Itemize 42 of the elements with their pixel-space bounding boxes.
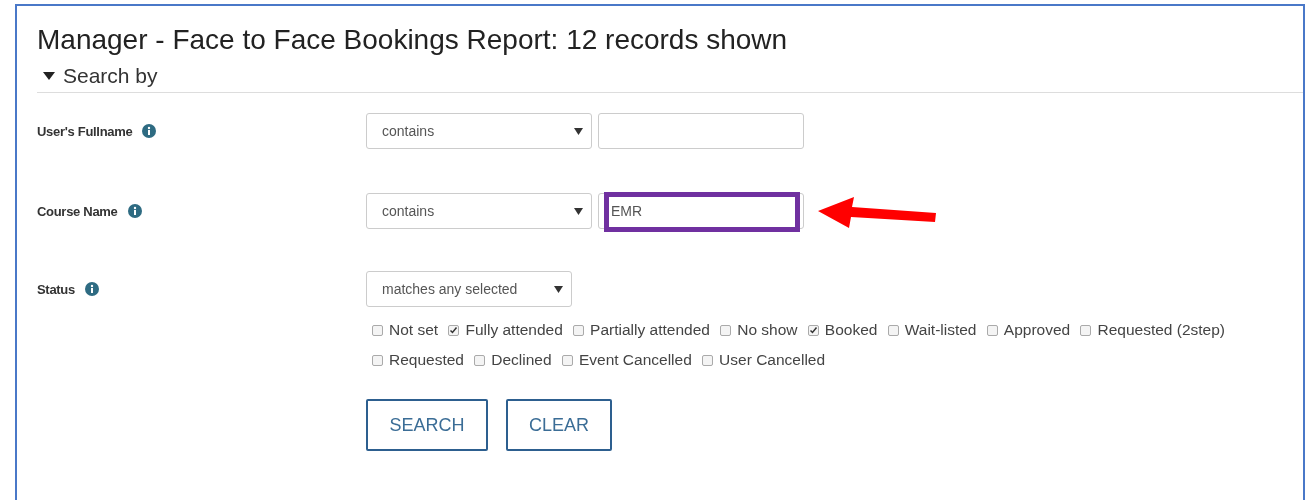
- filter-label: User's Fullname: [37, 123, 133, 139]
- status-option-label[interactable]: Declined: [491, 351, 552, 368]
- status-option-label[interactable]: Booked: [824, 321, 878, 338]
- operator-select[interactable]: contains: [366, 193, 592, 229]
- checkbox[interactable]: [448, 325, 460, 336]
- info-icon[interactable]: [142, 124, 157, 138]
- checkbox[interactable]: [887, 325, 899, 336]
- filter-input[interactable]: [598, 113, 804, 149]
- page-title: Manager - Face to Face Bookings Report: 12 records shown: [37, 23, 789, 57]
- checkbox[interactable]: [702, 355, 714, 366]
- caret-icon: [554, 285, 563, 293]
- status-option-label[interactable]: User Cancelled: [719, 351, 826, 368]
- clear-button[interactable]: CLEAR: [506, 399, 612, 451]
- status-option-label[interactable]: Requested (2step): [1097, 321, 1225, 338]
- checkbox[interactable]: [807, 325, 819, 336]
- status-option-label[interactable]: Fully attended: [465, 321, 563, 338]
- caret-icon: [574, 127, 583, 135]
- status-option-label[interactable]: Approved: [1003, 321, 1071, 338]
- status-option-label[interactable]: Not set: [389, 321, 439, 338]
- operator-select[interactable]: matches any selected: [366, 271, 572, 307]
- info-icon[interactable]: [84, 282, 99, 296]
- checkbox[interactable]: [474, 355, 486, 366]
- caret-icon: [574, 207, 583, 215]
- checkbox[interactable]: [561, 355, 573, 366]
- checkbox[interactable]: [720, 325, 732, 336]
- caret-icon: [43, 72, 55, 80]
- info-icon[interactable]: [127, 204, 142, 218]
- filter-label: Course Name: [37, 203, 118, 219]
- checkbox[interactable]: [573, 325, 585, 336]
- status-option-label[interactable]: Wait-listed: [904, 321, 977, 338]
- status-option-label[interactable]: Event Cancelled: [578, 351, 692, 368]
- search-by-toggle[interactable]: Search by: [37, 60, 158, 88]
- status-option-label[interactable]: No show: [737, 321, 798, 338]
- checkbox[interactable]: [986, 325, 998, 336]
- filter-label: Status: [37, 281, 75, 297]
- operator-select[interactable]: contains: [366, 113, 592, 149]
- status-option-label[interactable]: Partially attended: [590, 321, 710, 338]
- checkbox[interactable]: [372, 325, 383, 336]
- search-button[interactable]: SEARCH: [366, 399, 488, 451]
- checkbox[interactable]: [1080, 325, 1092, 336]
- status-option-label[interactable]: Requested: [389, 351, 464, 368]
- checkbox[interactable]: [372, 355, 383, 366]
